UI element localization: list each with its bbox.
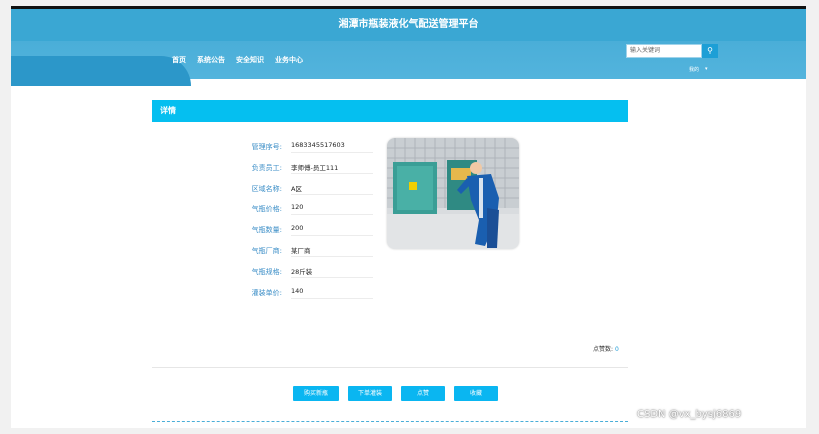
nav-home[interactable]: 首页 bbox=[172, 55, 186, 65]
field-label: 气瓶规格: bbox=[251, 267, 282, 276]
search-bar: 输入关键词 ⚲ bbox=[626, 44, 718, 58]
divider bbox=[152, 367, 628, 368]
order-refill-button[interactable]: 下单灌装 bbox=[348, 386, 392, 401]
field-row: 气瓶厂商: 某厂商 bbox=[214, 242, 384, 263]
field-value: 李师傅-员工111 bbox=[291, 162, 373, 174]
likes-value: 0 bbox=[614, 346, 619, 353]
field-value: 某厂商 bbox=[291, 245, 373, 257]
field-row: 管理序号: 1683345517603 bbox=[214, 138, 384, 159]
likes-count: 点赞数: 0 bbox=[593, 344, 619, 353]
field-row: 气瓶价格: 120 bbox=[214, 200, 384, 221]
field-value: 1683345517603 bbox=[291, 141, 373, 153]
detail-title: 详情 bbox=[160, 106, 176, 115]
field-value: 140 bbox=[291, 287, 373, 299]
product-photo bbox=[387, 138, 519, 249]
search-icon: ⚲ bbox=[707, 46, 713, 55]
field-label: 负责员工: bbox=[251, 163, 282, 172]
detail-fields: 管理序号: 1683345517603 负责员工: 李师傅-员工111 区域名称… bbox=[214, 138, 384, 304]
site-title-bar: 湘潭市瓶装液化气配送管理平台 bbox=[11, 9, 806, 41]
favorite-button[interactable]: 收藏 bbox=[454, 386, 498, 401]
page-background: 湘潭市瓶装液化气配送管理平台 首页 系统公告 安全知识 业务中心 输入关键词 ⚲… bbox=[0, 0, 819, 434]
browser-viewport: 湘潭市瓶装液化气配送管理平台 首页 系统公告 安全知识 业务中心 输入关键词 ⚲… bbox=[11, 6, 806, 428]
field-row: 气瓶规格: 28斤装 bbox=[214, 263, 384, 284]
nav-decoration bbox=[11, 56, 191, 86]
field-row: 气瓶数量: 200 bbox=[214, 221, 384, 242]
user-menu[interactable]: 我的 ▾ bbox=[689, 66, 708, 73]
dashed-divider bbox=[152, 421, 628, 422]
watermark: CSDN @vx_bysj6869 bbox=[637, 409, 742, 420]
nav-announcements[interactable]: 系统公告 bbox=[197, 55, 225, 65]
field-value: 28斤装 bbox=[291, 266, 373, 278]
search-input[interactable]: 输入关键词 bbox=[626, 44, 702, 58]
nav-bar: 首页 系统公告 安全知识 业务中心 输入关键词 ⚲ 我的 ▾ bbox=[11, 41, 806, 86]
field-value: 200 bbox=[291, 224, 373, 237]
detail-header: 详情 bbox=[152, 100, 628, 122]
field-label: 灌装单价: bbox=[251, 288, 282, 297]
like-button[interactable]: 点赞 bbox=[401, 386, 445, 401]
field-row: 负责员工: 李师傅-员工111 bbox=[214, 159, 384, 180]
field-value: 120 bbox=[291, 203, 373, 216]
field-label: 管理序号: bbox=[251, 143, 282, 151]
action-buttons: 购买新瓶 下单灌装 点赞 收藏 bbox=[293, 386, 498, 401]
user-menu-label: 我的 bbox=[689, 67, 700, 73]
field-row: 灌装单价: 140 bbox=[214, 284, 384, 305]
search-button[interactable]: ⚲ bbox=[702, 44, 718, 58]
site-title: 湘潭市瓶装液化气配送管理平台 bbox=[338, 19, 479, 30]
field-label: 气瓶数量: bbox=[251, 226, 282, 235]
nav-safety-knowledge[interactable]: 安全知识 bbox=[236, 55, 264, 65]
nav-links: 首页 系统公告 安全知识 业务中心 bbox=[172, 55, 303, 65]
chevron-down-icon: ▾ bbox=[705, 66, 708, 72]
field-value: A区 bbox=[291, 183, 373, 195]
field-label: 区域名称: bbox=[251, 184, 282, 193]
field-label: 气瓶厂商: bbox=[251, 246, 282, 255]
nav-business-center[interactable]: 业务中心 bbox=[275, 55, 303, 65]
buy-new-bottle-button[interactable]: 购买新瓶 bbox=[293, 386, 339, 401]
field-row: 区域名称: A区 bbox=[214, 180, 384, 201]
likes-label: 点赞数: bbox=[593, 346, 614, 353]
field-label: 气瓶价格: bbox=[251, 205, 282, 214]
